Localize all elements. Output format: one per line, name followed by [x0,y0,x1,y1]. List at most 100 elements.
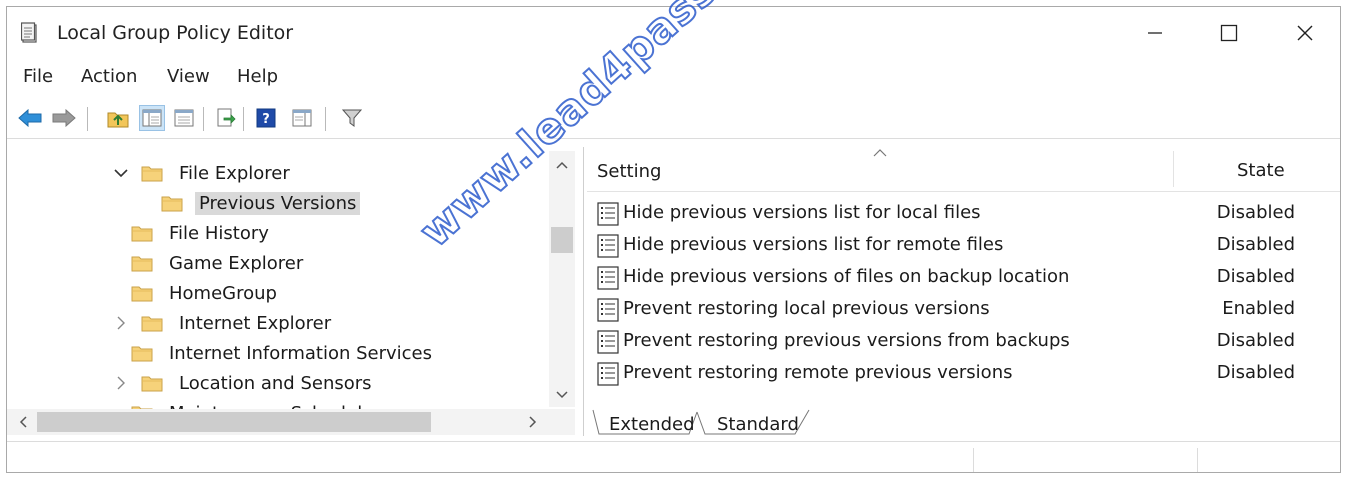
tree-item[interactable]: File History [131,219,273,247]
toolbar: ? [7,101,1340,137]
tree-item-label: Location and Sensors [179,372,372,394]
setting-state: Enabled [1222,298,1295,319]
policy-setting-row[interactable]: Hide previous versions of files on backu… [595,263,1335,293]
list-header: Setting State [587,147,1340,192]
toolbar-separator [325,107,326,131]
forward-button[interactable] [51,105,77,131]
setting-name: Prevent restoring local previous version… [623,298,990,319]
minimize-icon [1148,32,1162,34]
column-header-state[interactable]: State [1237,160,1285,181]
folder-icon [141,316,163,332]
setting-state: Disabled [1216,202,1295,223]
sort-ascending-icon [873,149,887,157]
export-list-icon [217,108,236,127]
policy-setting-row[interactable]: Prevent restoring local previous version… [595,295,1335,325]
toolbar-divider [7,138,1340,139]
menu-help[interactable]: Help [237,66,278,87]
help-button[interactable]: ? [253,105,279,131]
setting-name: Hide previous versions list for remote f… [623,234,1004,255]
filter-button[interactable] [339,105,365,131]
vertical-scroll-thumb[interactable] [551,227,573,253]
tree-item-label: Internet Information Services [169,342,433,364]
expand-chevron-down-icon[interactable] [111,163,131,183]
tree-vertical-scrollbar[interactable] [549,151,575,407]
policy-setting-row[interactable]: Prevent restoring remote previous versio… [595,359,1335,389]
tree-item-label: Internet Explorer [179,312,332,334]
scroll-left-button[interactable] [15,414,31,430]
tab-extended[interactable]: Extended [609,414,695,435]
tree-item[interactable]: HomeGroup [131,279,281,307]
scroll-right-button[interactable] [525,414,541,430]
expand-chevron-right-icon[interactable] [111,313,131,333]
menu-action[interactable]: Action [81,66,137,87]
toolbar-separator [243,107,244,131]
toolbar-separator [87,107,88,131]
tree-item[interactable]: Previous Versions [161,189,361,217]
tree-item-label: Previous Versions [195,191,361,215]
status-bar-separator [1197,448,1198,472]
scroll-down-button[interactable] [554,387,570,403]
toolbar-separator [203,107,204,131]
chevron-down-icon [556,391,568,399]
policy-setting-row[interactable]: Hide previous versions list for local fi… [595,199,1335,229]
console-tree-pane[interactable]: File Explorer Previous Versions File Histo… [7,147,584,436]
folder-icon [131,226,153,242]
tree-item-label: File History [169,222,269,244]
policy-editor-app-icon [21,22,37,43]
properties-button[interactable] [289,105,315,131]
tree-item[interactable]: Game Explorer [131,249,307,277]
scroll-up-button[interactable] [554,157,570,173]
tree-item-label: File Explorer [179,162,290,184]
back-arrow-icon [18,109,42,127]
up-one-level-button[interactable] [105,105,131,131]
window: Local Group Policy Editor File Action Vi… [6,6,1341,473]
tab-standard[interactable]: Standard [717,414,799,435]
folder-icon [131,256,153,272]
settings-list-pane: Setting State Hide previous versions lis… [587,147,1340,436]
policy-setting-row[interactable]: Prevent restoring previous versions from… [595,327,1335,357]
tree-horizontal-scrollbar[interactable] [7,409,575,435]
setting-state: Disabled [1216,266,1295,287]
show-hide-tree-icon [142,109,162,127]
tree-item-label: Game Explorer [169,252,304,274]
list-view-icon [174,109,194,127]
setting-name: Hide previous versions of files on backu… [623,266,1070,287]
svg-text:?: ? [262,112,270,127]
setting-name: Prevent restoring previous versions from… [623,330,1070,351]
status-bar-separator [973,448,974,472]
tree-item[interactable]: File Explorer [111,159,294,187]
setting-state: Disabled [1216,330,1295,351]
filter-icon [342,109,362,127]
menu-file[interactable]: File [23,66,53,87]
column-header-setting[interactable]: Setting [597,161,661,182]
setting-name: Hide previous versions list for local fi… [623,202,981,223]
back-button[interactable] [17,105,43,131]
tree-item-label: HomeGroup [169,282,277,304]
status-bar [7,441,1340,472]
list-view-button[interactable] [171,105,197,131]
help-icon: ? [256,108,276,128]
policy-setting-row[interactable]: Hide previous versions list for remote f… [595,231,1335,261]
setting-state: Disabled [1216,362,1295,383]
tree-item[interactable]: Location and Sensors [111,369,376,397]
horizontal-scroll-thumb[interactable] [37,412,431,432]
maximize-button[interactable] [1207,15,1251,51]
show-hide-console-tree-button[interactable] [139,105,165,131]
tree-item[interactable]: Internet Explorer [111,309,335,337]
menu-view[interactable]: View [167,66,210,87]
folder-icon [131,346,153,362]
expand-chevron-right-icon[interactable] [111,373,131,393]
policy-setting-icon [597,202,619,226]
chevron-left-icon [19,416,27,428]
column-divider[interactable] [1173,151,1174,187]
close-button[interactable] [1283,15,1327,51]
chevron-right-icon [529,416,537,428]
minimize-button[interactable] [1133,15,1177,51]
maximize-icon [1220,24,1238,42]
policy-setting-icon [597,298,619,322]
tree-item[interactable]: Internet Information Services [131,339,436,367]
properties-icon [292,109,312,127]
export-list-button[interactable] [213,105,239,131]
policy-setting-icon [597,266,619,290]
title-bar[interactable]: Local Group Policy Editor [7,7,1340,59]
